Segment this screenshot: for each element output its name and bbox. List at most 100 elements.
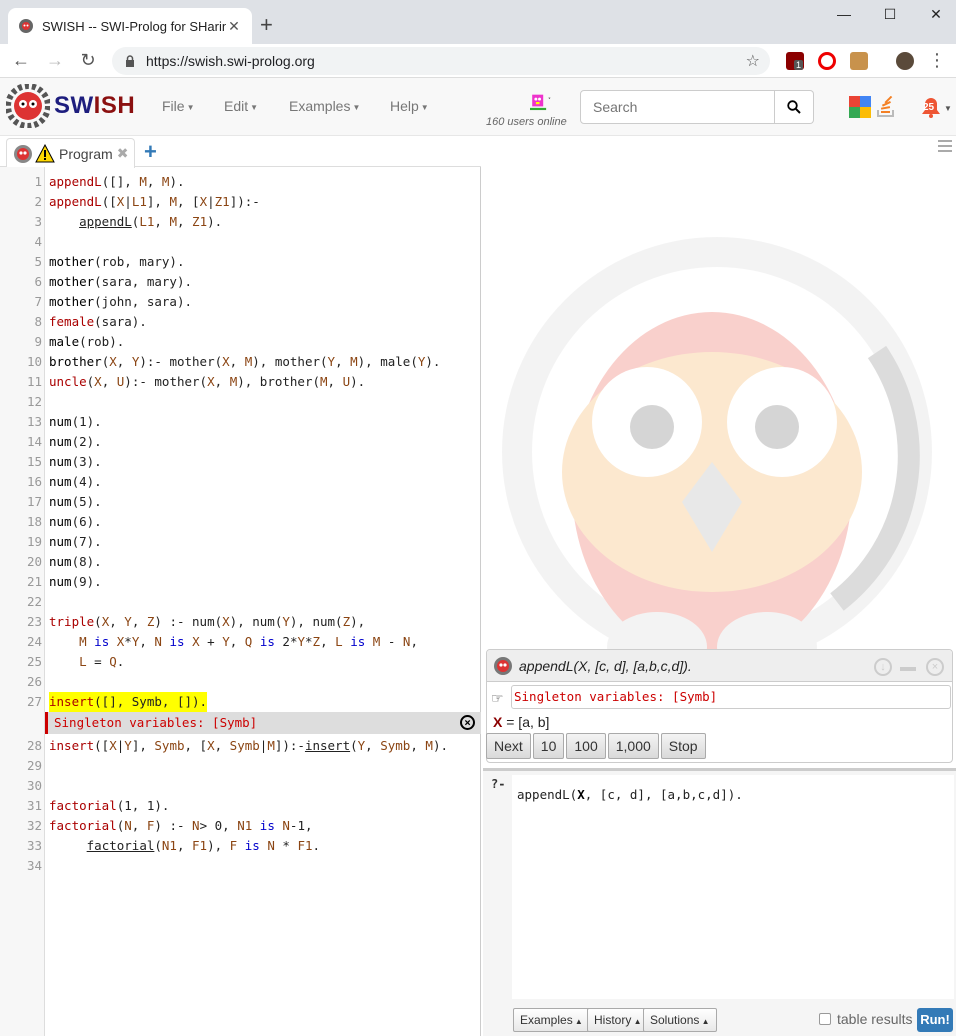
code-line: 7 mother(john, sara).: [34, 294, 192, 309]
reload-icon[interactable]: ↻: [77, 50, 99, 71]
solutions-dropdown[interactable]: Solutions ▲: [643, 1008, 717, 1032]
code-line: 11 uncle(X, U):- mother(X, M), brother(M,…: [26, 374, 366, 389]
singleton-error-text: Singleton variables: [Symb]: [54, 715, 258, 730]
results-menu-icon[interactable]: [938, 140, 952, 155]
minimize-answer-icon[interactable]: [900, 667, 916, 671]
code-line: 13 num(1).: [26, 414, 102, 429]
code-line: 20 num(8).: [26, 554, 102, 569]
close-program-tab-icon[interactable]: ✖: [117, 145, 129, 162]
browser-tab[interactable]: SWISH -- SWI-Prolog for SHaring ✕: [8, 8, 252, 44]
cat-extension-icon[interactable]: [850, 52, 868, 70]
answer-box: appendL(X, [c, d], [a,b,c,d]). ↓ × ☞ Sin…: [486, 649, 953, 763]
user-avatar-icon[interactable]: [530, 92, 552, 112]
menu-help[interactable]: Help ▼: [390, 98, 429, 114]
code-line: 29: [26, 758, 42, 773]
close-tab-icon[interactable]: ✕: [226, 18, 242, 35]
binding-variable: X: [493, 714, 503, 730]
browser-toolbar: ← → ↻ https://swish.swi-prolog.org ☆ 1 ⋮: [0, 44, 956, 78]
notification-bell-icon[interactable]: 25: [918, 94, 944, 120]
table-results-toggle[interactable]: table results: [819, 1011, 912, 1027]
code-line: 31 factorial(1, 1).: [26, 798, 170, 813]
code-line: 22: [26, 594, 42, 609]
chrome-menu-icon[interactable]: ⋮: [926, 50, 948, 71]
answer-binding: X = [a, b]: [493, 714, 549, 730]
address-bar[interactable]: https://swish.swi-prolog.org ☆: [112, 47, 770, 75]
next-1000-button[interactable]: 1,000: [607, 733, 659, 759]
opera-extension-icon[interactable]: [818, 52, 836, 70]
query-editor[interactable]: appendL(X, [c, d], [a,b,c,d]).: [512, 775, 954, 999]
close-error-icon[interactable]: ×: [460, 715, 475, 730]
code-line: 24 M is X*Y, N is X + Y, Q is 2*Y*Z, L i…: [26, 634, 418, 649]
code-line: 18 num(6).: [26, 514, 102, 529]
lock-icon: [126, 55, 134, 67]
code-line: 5 mother(rob, mary).: [34, 254, 185, 269]
search-button[interactable]: [775, 90, 814, 124]
program-tab-label: Program: [59, 145, 113, 162]
binding-value: = [a, b]: [506, 714, 550, 730]
query-pane: ?- appendL(X, [c, d], [a,b,c,d]). Exampl…: [483, 768, 956, 1036]
code-line: 32 factorial(N, F) :- N> 0, N1 is N-1,: [26, 818, 313, 833]
add-tab-button[interactable]: +: [144, 139, 157, 165]
next-10-button[interactable]: 10: [532, 733, 565, 759]
code-line: 16 num(4).: [26, 474, 102, 489]
swish-owl-watermark-icon: [502, 237, 932, 672]
code-line: 9 male(rob).: [34, 334, 125, 349]
search-input[interactable]: [580, 90, 775, 124]
history-dropdown[interactable]: History ▲: [587, 1008, 649, 1032]
singleton-error-widget: Singleton variables: [Symb] ×: [45, 712, 481, 734]
code-line: 28 insert([X|Y], Symb, [X, Symb|M]):-inse…: [26, 738, 448, 753]
google-login-icon[interactable]: [849, 96, 871, 118]
code-line: 3 appendL(L1, M, Z1).: [34, 214, 223, 229]
code-line: 1 appendL([], M, M).: [34, 174, 185, 189]
forward-icon[interactable]: →: [44, 50, 66, 71]
code-line: 30: [26, 778, 42, 793]
query-prompt: ?-: [491, 777, 506, 791]
code-line: 12: [26, 394, 42, 409]
profile-avatar[interactable]: [896, 52, 914, 70]
swish-program-icon: [14, 144, 32, 163]
stackoverflow-login-icon[interactable]: [875, 96, 897, 118]
code-line: 25 L = Q.: [26, 654, 125, 669]
close-answer-icon[interactable]: ×: [926, 658, 944, 676]
program-tab[interactable]: Program ✖: [6, 138, 136, 168]
code-line: 2 appendL([X|L1], M, [X|Z1]):-: [34, 194, 260, 209]
menu-edit[interactable]: Edit ▼: [224, 98, 258, 114]
results-pane: appendL(X, [c, d], [a,b,c,d]). ↓ × ☞ Sin…: [483, 136, 956, 766]
new-tab-button[interactable]: +: [260, 14, 273, 36]
stop-button[interactable]: Stop: [660, 733, 706, 759]
code-line: 19 num(7).: [26, 534, 102, 549]
menu-examples[interactable]: Examples ▼: [289, 98, 360, 114]
next-button[interactable]: Next: [486, 733, 531, 759]
answer-warning: Singleton variables: [Symb]: [511, 685, 951, 709]
table-results-checkbox[interactable]: [819, 1013, 831, 1025]
ublock-extension-icon[interactable]: 1: [786, 52, 804, 70]
table-results-label: table results: [837, 1011, 913, 1027]
run-button[interactable]: Run!: [917, 1008, 953, 1032]
next-100-button[interactable]: 100: [566, 733, 606, 759]
code-line: 23 triple(X, Y, Z) :- num(X), num(Y), num…: [26, 614, 366, 629]
examples-dropdown[interactable]: Examples ▲: [513, 1008, 590, 1032]
swish-brand-text: SWISH: [54, 92, 136, 119]
answer-warning-row: ☞ Singleton variables: [Symb]: [487, 685, 954, 711]
answer-header: appendL(X, [c, d], [a,b,c,d]). ↓ ×: [487, 650, 952, 682]
minimize-window-icon[interactable]: ―: [830, 6, 858, 22]
notification-caret-icon[interactable]: ▼: [944, 104, 952, 113]
search-group: [580, 90, 814, 124]
swish-navbar: SWISH File ▼ Edit ▼ Examples ▼ Help ▼ 160 us…: [0, 78, 956, 136]
program-editor-pane: Program ✖ + 1 appendL([], M, M). 2 appendL…: [0, 136, 481, 1036]
answer-button-row: Next 10 100 1,000 Stop: [486, 733, 708, 759]
swish-brand[interactable]: SWISH: [6, 84, 135, 128]
browser-tab-strip: SWISH -- SWI-Prolog for SHaring ✕ + ― ☐ …: [0, 0, 956, 44]
code-line: 14 num(2).: [26, 434, 102, 449]
back-icon[interactable]: ←: [10, 50, 32, 71]
bookmark-star-icon[interactable]: ☆: [746, 51, 760, 71]
code-line: 15 num(3).: [26, 454, 102, 469]
close-window-icon[interactable]: ✕: [922, 6, 950, 23]
answer-query: appendL(X, [c, d], [a,b,c,d]).: [519, 657, 692, 674]
maximize-window-icon[interactable]: ☐: [876, 6, 904, 23]
download-icon[interactable]: ↓: [874, 658, 892, 676]
swish-favicon-icon: [19, 19, 33, 33]
menu-file[interactable]: File ▼: [162, 98, 194, 114]
warning-triangle-icon: [35, 143, 55, 162]
code-line: 10 brother(X, Y):- mother(X, M), mother(Y…: [26, 354, 441, 369]
